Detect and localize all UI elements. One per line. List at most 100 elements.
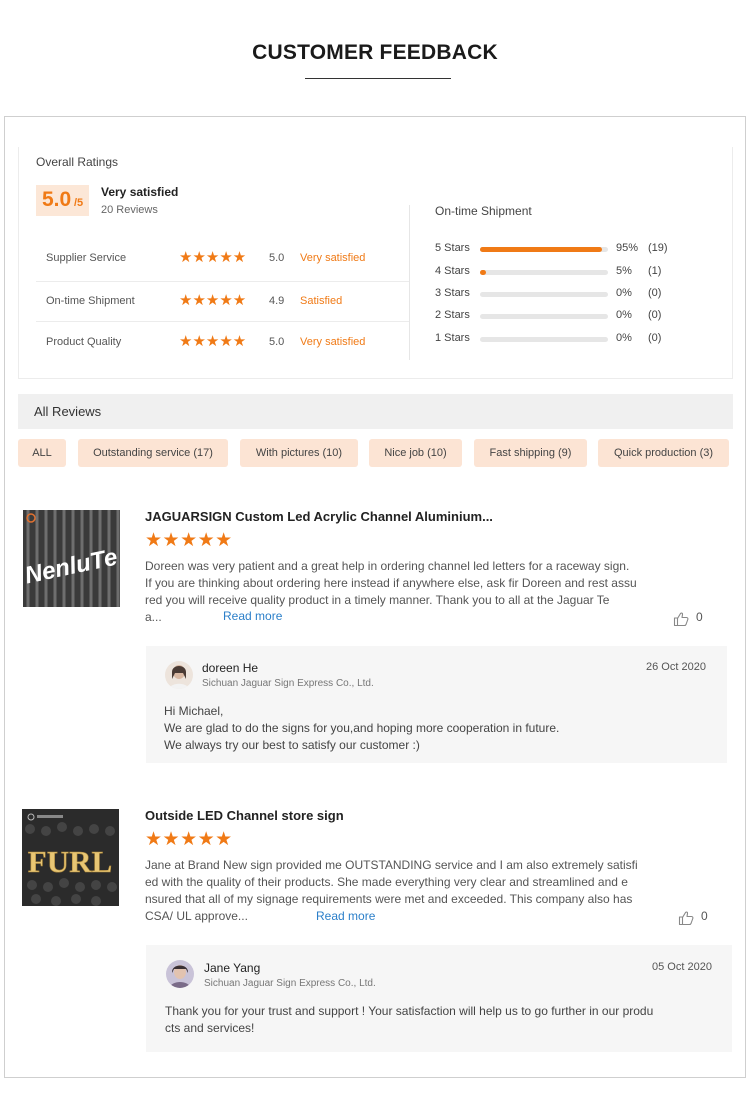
thumbs-up-icon[interactable]	[678, 910, 694, 926]
category-score: 5.0	[269, 336, 285, 348]
review-body-line: Jane at Brand New sign provided me OUTST…	[145, 858, 638, 872]
review-body-line: If you are thinking about ordering here …	[145, 576, 637, 590]
category-name: Product Quality	[46, 336, 122, 348]
shipment-row-label: 1 Stars	[435, 332, 470, 344]
shipment-row-count: (0)	[648, 309, 662, 321]
read-more-link[interactable]: Read more	[223, 609, 282, 623]
shipment-row-3-stars: 3 Stars 0% (0)	[435, 286, 715, 302]
shipment-breakdown-title: On-time Shipment	[435, 204, 532, 218]
thumbs-up-icon[interactable]	[673, 611, 689, 627]
overall-ratings-label: Overall Ratings	[36, 155, 119, 169]
overall-rating-word: Very satisfied	[101, 185, 179, 199]
filter-chip-outstanding-service[interactable]: Outstanding service (17)	[78, 439, 228, 467]
shipment-row-percent: 0%	[616, 309, 632, 321]
reply-text-line: We are glad to do the signs for you,and …	[164, 721, 560, 735]
shipment-row-count: (19)	[648, 242, 668, 254]
shipment-bar-track	[480, 270, 608, 275]
category-row-on-time-shipment: On-time Shipment ★★★★★ 4.9 Satisfied	[36, 281, 410, 322]
like-count: 0	[696, 610, 703, 624]
category-row-product-quality: Product Quality ★★★★★ 5.0 Very satisfied	[36, 323, 410, 363]
review-star-rating-icon: ★★★★★	[145, 829, 233, 850]
ratings-summary: Overall Ratings 5.0 /5 Very satisfied 20…	[18, 147, 733, 379]
filter-chip-fast-shipping[interactable]: Fast shipping (9)	[474, 439, 587, 467]
category-name: On-time Shipment	[46, 295, 135, 307]
summary-divider	[409, 205, 410, 360]
shipment-row-label: 3 Stars	[435, 287, 470, 299]
category-row-supplier-service: Supplier Service ★★★★★ 5.0 Very satisfie…	[36, 239, 410, 279]
filter-chip-with-pictures[interactable]: With pictures (10)	[240, 439, 358, 467]
feedback-panel: Overall Ratings 5.0 /5 Very satisfied 20…	[4, 116, 746, 1078]
filter-chip-nice-job[interactable]: Nice job (10)	[369, 439, 462, 467]
review-star-rating-icon: ★★★★★	[145, 530, 233, 551]
filter-chip-quick-production[interactable]: Quick production (3)	[598, 439, 729, 467]
avatar	[165, 661, 193, 689]
reply-date: 05 Oct 2020	[652, 961, 712, 973]
shipment-bar-track	[480, 292, 608, 297]
review-body-line: CSA/ UL approve...	[145, 909, 248, 923]
reply-text-line: Thank you for your trust and support ! Y…	[165, 1004, 654, 1018]
overall-score-badge: 5.0 /5	[36, 185, 89, 216]
shipment-row-label: 2 Stars	[435, 309, 470, 321]
shipment-bar-fill	[480, 270, 486, 275]
star-rating-icon: ★★★★★	[179, 333, 247, 350]
shipment-bar-fill	[480, 247, 602, 252]
shipment-row-percent: 0%	[616, 332, 632, 344]
reply-text-line: We always try our best to satisfy our cu…	[164, 738, 420, 752]
shipment-row-percent: 5%	[616, 265, 632, 277]
shipment-row-count: (0)	[648, 287, 662, 299]
review-body-line: nsured that all of my signage requiremen…	[145, 892, 633, 906]
reply-text-line: Hi Michael,	[164, 704, 224, 718]
review-title[interactable]: Outside LED Channel store sign	[145, 808, 344, 823]
shipment-bar-track	[480, 247, 608, 252]
shipment-row-count: (0)	[648, 332, 662, 344]
reply-company: Sichuan Jaguar Sign Express Co., Ltd.	[204, 978, 376, 989]
reply-text: Hi Michael, We are glad to do the signs …	[164, 703, 559, 754]
review-title[interactable]: JAGUARSIGN Custom Led Acrylic Channel Al…	[145, 509, 493, 524]
shipment-bar-track	[480, 337, 608, 342]
review-body-line: red you will receive quality product in …	[145, 593, 610, 607]
like-count: 0	[701, 909, 708, 923]
reply-author-name: doreen He	[202, 661, 259, 675]
star-rating-icon: ★★★★★	[179, 292, 247, 309]
review-body: Doreen was very patient and a great help…	[145, 558, 637, 626]
category-rating-word: Very satisfied	[300, 252, 366, 264]
shipment-row-5-stars: 5 Stars 95% (19)	[435, 241, 715, 257]
category-rating-word: Satisfied	[300, 295, 343, 307]
shipment-row-percent: 0%	[616, 287, 632, 299]
review-product-image[interactable]: NenluTe	[23, 510, 120, 607]
seller-reply: Jane Yang Sichuan Jaguar Sign Express Co…	[146, 945, 732, 1052]
reply-text-line: cts and services!	[165, 1021, 255, 1035]
reply-date: 26 Oct 2020	[646, 661, 706, 673]
shipment-row-label: 5 Stars	[435, 242, 470, 254]
review-product-image[interactable]: FURL	[22, 809, 119, 906]
avatar	[166, 960, 194, 988]
review-body-line: ed with the quality of their products. S…	[145, 875, 628, 889]
shipment-row-1-stars: 1 Stars 0% (0)	[435, 331, 715, 347]
all-reviews-header: All Reviews	[18, 394, 733, 429]
product-thumbnail-lettering: FURL	[28, 844, 112, 879]
shipment-row-percent: 95%	[616, 242, 639, 254]
reply-author-name: Jane Yang	[204, 961, 261, 975]
seller-reply: doreen He Sichuan Jaguar Sign Express Co…	[146, 646, 727, 763]
title-underline	[305, 78, 451, 79]
review-body: Jane at Brand New sign provided me OUTST…	[145, 857, 638, 925]
overall-review-count: 20 Reviews	[101, 204, 158, 216]
category-score: 4.9	[269, 295, 285, 307]
read-more-link[interactable]: Read more	[316, 909, 375, 923]
star-rating-icon: ★★★★★	[179, 249, 247, 266]
category-rating-word: Very satisfied	[300, 336, 366, 348]
filter-chip-all[interactable]: ALL	[18, 439, 66, 467]
shipment-row-2-stars: 2 Stars 0% (0)	[435, 308, 715, 324]
review-body-line: Doreen was very patient and a great help…	[145, 559, 630, 573]
category-name: Supplier Service	[46, 252, 127, 264]
reply-company: Sichuan Jaguar Sign Express Co., Ltd.	[202, 678, 374, 689]
shipment-bar-track	[480, 314, 608, 319]
reply-text: Thank you for your trust and support ! Y…	[165, 1003, 653, 1037]
shipment-row-count: (1)	[648, 265, 662, 277]
page-title: CUSTOMER FEEDBACK	[252, 41, 498, 64]
overall-score-suffix: /5	[74, 197, 84, 209]
all-reviews-title: All Reviews	[34, 404, 102, 419]
review-body-line: a...	[145, 610, 162, 624]
shipment-row-label: 4 Stars	[435, 265, 470, 277]
shipment-row-4-stars: 4 Stars 5% (1)	[435, 264, 715, 280]
